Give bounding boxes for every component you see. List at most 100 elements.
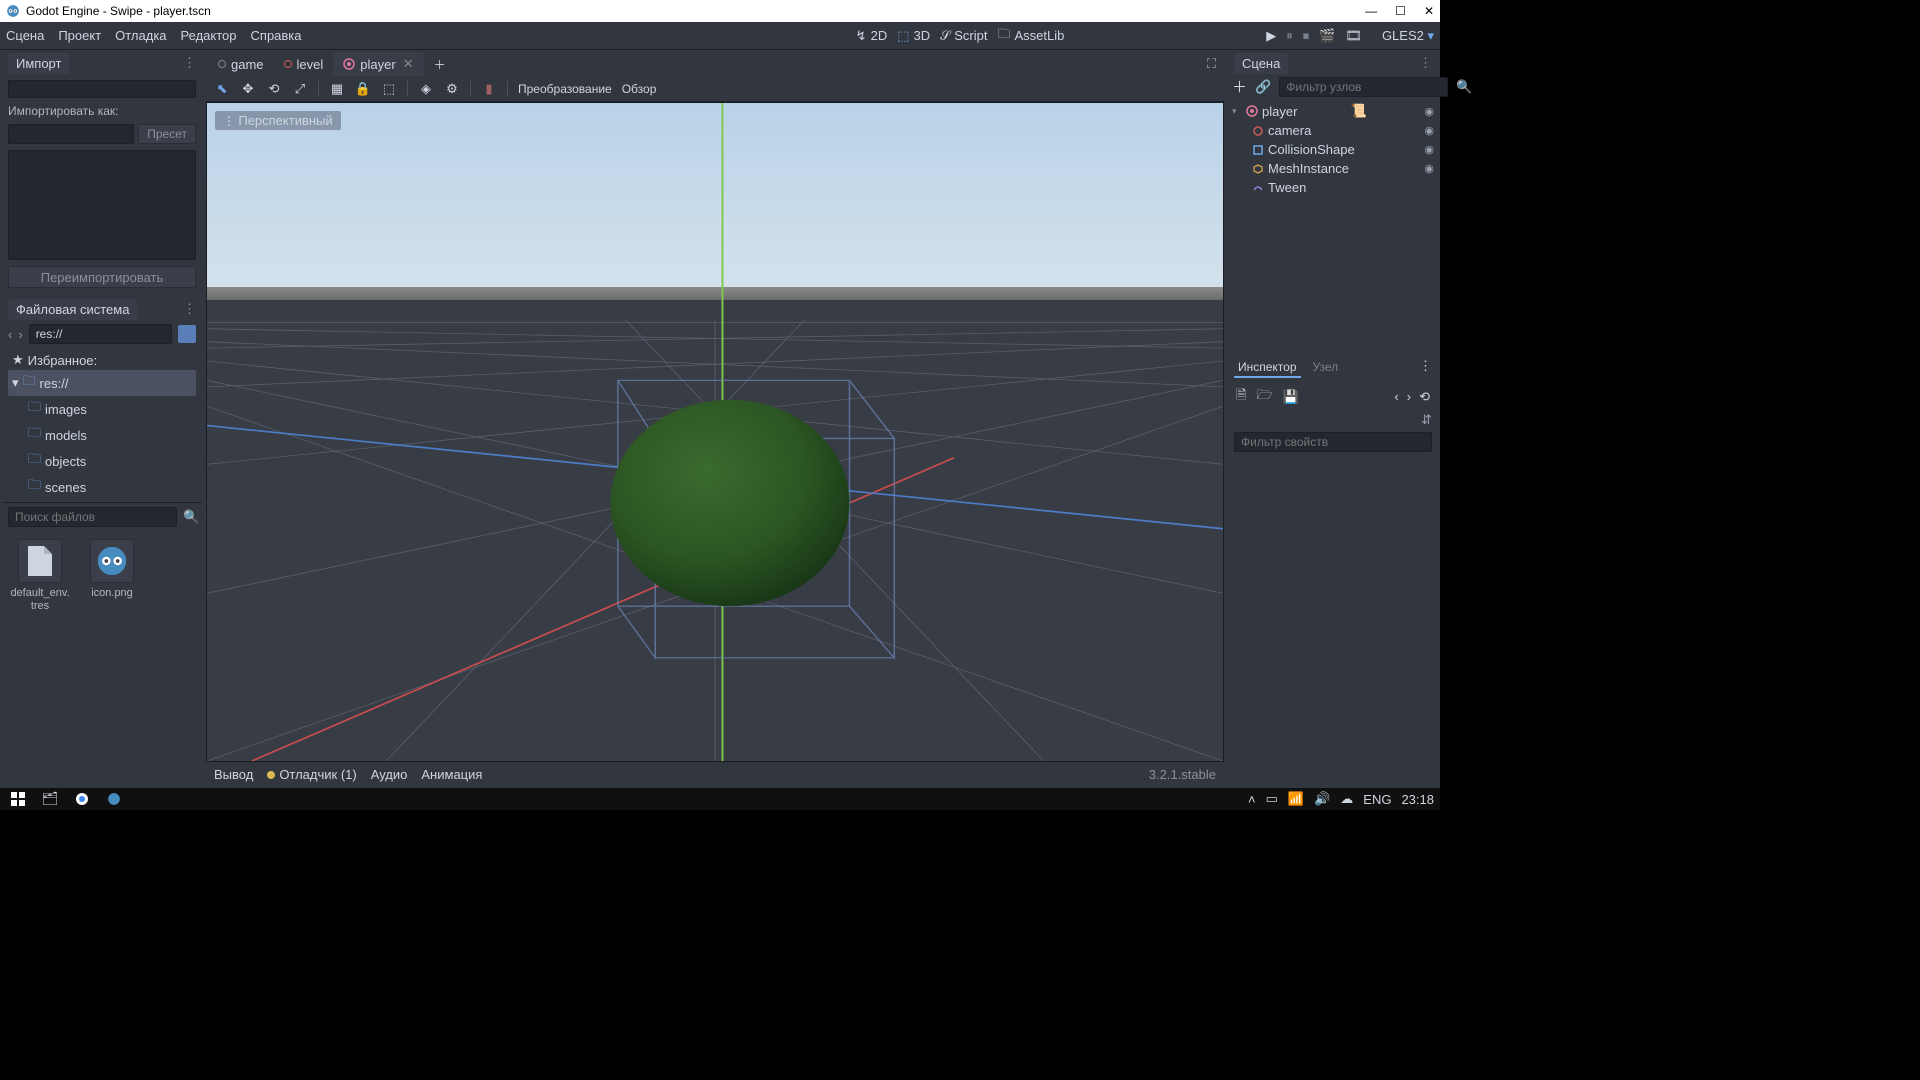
visibility-icon[interactable]: ◉ [1424, 162, 1434, 175]
file-default-env[interactable]: default_env.tres [10, 539, 70, 613]
tab-add-button[interactable]: ＋ [424, 52, 456, 77]
minimize-icon[interactable]: — [1365, 4, 1377, 18]
mode-script-button[interactable]: 𝒮 Script [940, 28, 987, 44]
fs-folder-objects[interactable]: 🗀objects [8, 448, 196, 474]
close-icon[interactable]: ✕ [1424, 4, 1434, 18]
node-tween[interactable]: Tween [1228, 178, 1438, 197]
tray-battery-icon[interactable]: ▭ [1266, 791, 1278, 807]
preset-button[interactable]: Пресет [138, 124, 196, 144]
play-custom-button[interactable]: 🎞 [1345, 28, 1362, 44]
chrome-icon[interactable] [70, 790, 94, 808]
lock-icon[interactable]: 🔒 [355, 81, 371, 97]
fs-search-input[interactable] [8, 507, 177, 527]
fs-root[interactable]: ▾🗀res:// [8, 370, 196, 396]
renderer-dropdown[interactable]: GLES2 ▾ [1382, 28, 1434, 44]
godot-taskbar-icon[interactable] [102, 790, 126, 808]
scene-filter-input[interactable] [1279, 77, 1448, 97]
panel-menu-icon[interactable]: ⋮ [183, 55, 196, 71]
search-icon[interactable]: 🔍 [183, 509, 199, 525]
insp-history-icon[interactable]: ⟲ [1419, 389, 1430, 405]
import-as-dropdown[interactable] [8, 124, 134, 144]
add-node-button[interactable]: ＋ [1232, 76, 1247, 97]
debugger-tab[interactable]: Отладчик (1) [267, 767, 356, 782]
tray-sound-icon[interactable]: 🔊 [1314, 791, 1330, 807]
audio-tab[interactable]: Аудио [371, 767, 408, 782]
3d-viewport[interactable]: ⋮ Перспективный [206, 102, 1224, 762]
filesystem-panel-tab[interactable]: Файловая система [8, 299, 137, 320]
insp-new-icon[interactable]: 🗎 [1236, 386, 1246, 408]
select-tool-icon[interactable]: ⬉ [214, 81, 230, 97]
output-tab[interactable]: Вывод [214, 767, 253, 782]
visibility-icon[interactable]: ◉ [1424, 143, 1434, 156]
insp-expand-icon[interactable]: ⇵ [1421, 412, 1432, 428]
insp-load-icon[interactable]: 🗁 [1256, 386, 1272, 408]
fs-path-field[interactable]: res:// [29, 324, 172, 344]
distraction-free-icon[interactable]: ⛶ [1199, 56, 1224, 72]
tab-game[interactable]: game [208, 53, 274, 76]
tab-close-icon[interactable]: ✕ [403, 56, 414, 72]
snap-config-icon[interactable]: ⚙ [444, 81, 460, 97]
script-icon[interactable]: 📜 [1351, 103, 1367, 119]
reimport-button[interactable]: Переимпортировать [8, 266, 196, 288]
node-collisionshape[interactable]: CollisionShape ◉ [1228, 140, 1438, 159]
transform-menu[interactable]: Преобразование [518, 82, 612, 96]
play-scene-button[interactable]: 🎬 [1319, 28, 1335, 44]
menu-help[interactable]: Справка [251, 28, 302, 43]
instance-scene-button[interactable]: 🔗 [1255, 79, 1271, 95]
view-menu[interactable]: Обзор [622, 82, 657, 96]
insp-back-icon[interactable]: ‹ [1394, 389, 1398, 405]
start-button[interactable] [6, 790, 30, 808]
insp-forward-icon[interactable]: › [1407, 389, 1411, 405]
file-icon-png[interactable]: icon.png [82, 539, 142, 613]
fs-folder-models[interactable]: 🗀models [8, 422, 196, 448]
mode-3d-button[interactable]: ⬚ 3D [897, 28, 930, 44]
mode-2d-button[interactable]: ↯ 2D [856, 28, 888, 44]
scene-panel-tab[interactable]: Сцена [1234, 53, 1288, 74]
maximize-icon[interactable]: ☐ [1395, 4, 1406, 18]
local-space-icon[interactable]: ▦ [329, 81, 345, 97]
panel-menu-icon[interactable]: ⋮ [1419, 358, 1432, 378]
tab-player[interactable]: player✕ [333, 52, 423, 76]
tray-clock[interactable]: 23:18 [1401, 792, 1434, 807]
group-icon[interactable]: ⬚ [381, 81, 397, 97]
explorer-icon[interactable]: 🗂 [38, 790, 62, 808]
tab-level[interactable]: level [274, 53, 334, 76]
import-resource-field[interactable] [8, 80, 196, 98]
move-tool-icon[interactable]: ✥ [240, 81, 256, 97]
panel-menu-icon[interactable]: ⋮ [1419, 55, 1432, 71]
fs-back-button[interactable]: ‹ [8, 327, 12, 342]
tray-language[interactable]: ENG [1363, 792, 1391, 807]
tray-wifi-icon[interactable]: 📶 [1288, 791, 1304, 807]
fs-view-toggle[interactable] [178, 325, 196, 343]
visibility-icon[interactable]: ◉ [1424, 124, 1434, 137]
animation-tab[interactable]: Анимация [421, 767, 482, 782]
node-meshinstance[interactable]: MeshInstance ◉ [1228, 159, 1438, 178]
fs-favorites[interactable]: ★Избранное: [8, 350, 196, 370]
fs-folder-images[interactable]: 🗀images [8, 396, 196, 422]
panel-menu-icon[interactable]: ⋮ [183, 301, 196, 317]
inspector-tab[interactable]: Инспектор [1234, 358, 1301, 378]
menu-debug[interactable]: Отладка [115, 28, 166, 43]
scale-tool-icon[interactable]: ⤢ [292, 81, 308, 97]
camera-icon[interactable]: ▮ [481, 81, 497, 97]
node-player[interactable]: ▾ player 📜 ◉ [1228, 101, 1438, 121]
import-panel-tab[interactable]: Импорт [8, 53, 69, 74]
fs-folder-scenes[interactable]: 🗀scenes [8, 474, 196, 500]
pause-button[interactable]: ⏸ [1286, 28, 1293, 44]
menu-scene[interactable]: Сцена [6, 28, 44, 43]
insp-save-icon[interactable]: 💾 [1283, 389, 1299, 405]
node-tab[interactable]: Узел [1309, 358, 1343, 378]
tray-cloud-icon[interactable]: ☁ [1340, 791, 1353, 807]
menu-project[interactable]: Проект [58, 28, 101, 43]
tray-chevron-icon[interactable]: ˄ [1248, 792, 1256, 807]
inspector-filter-input[interactable] [1234, 432, 1432, 452]
snap-icon[interactable]: ◈ [418, 81, 434, 97]
perspective-badge[interactable]: ⋮ Перспективный [215, 111, 341, 130]
rotate-tool-icon[interactable]: ⟲ [266, 81, 282, 97]
mode-assetlib-button[interactable]: 🗀 AssetLib [997, 25, 1064, 47]
visibility-icon[interactable]: ◉ [1424, 105, 1434, 118]
play-button[interactable]: ▶ [1266, 28, 1276, 44]
node-camera[interactable]: camera ◉ [1228, 121, 1438, 140]
menu-editor[interactable]: Редактор [181, 28, 237, 43]
stop-button[interactable]: ⏹ [1303, 28, 1310, 44]
